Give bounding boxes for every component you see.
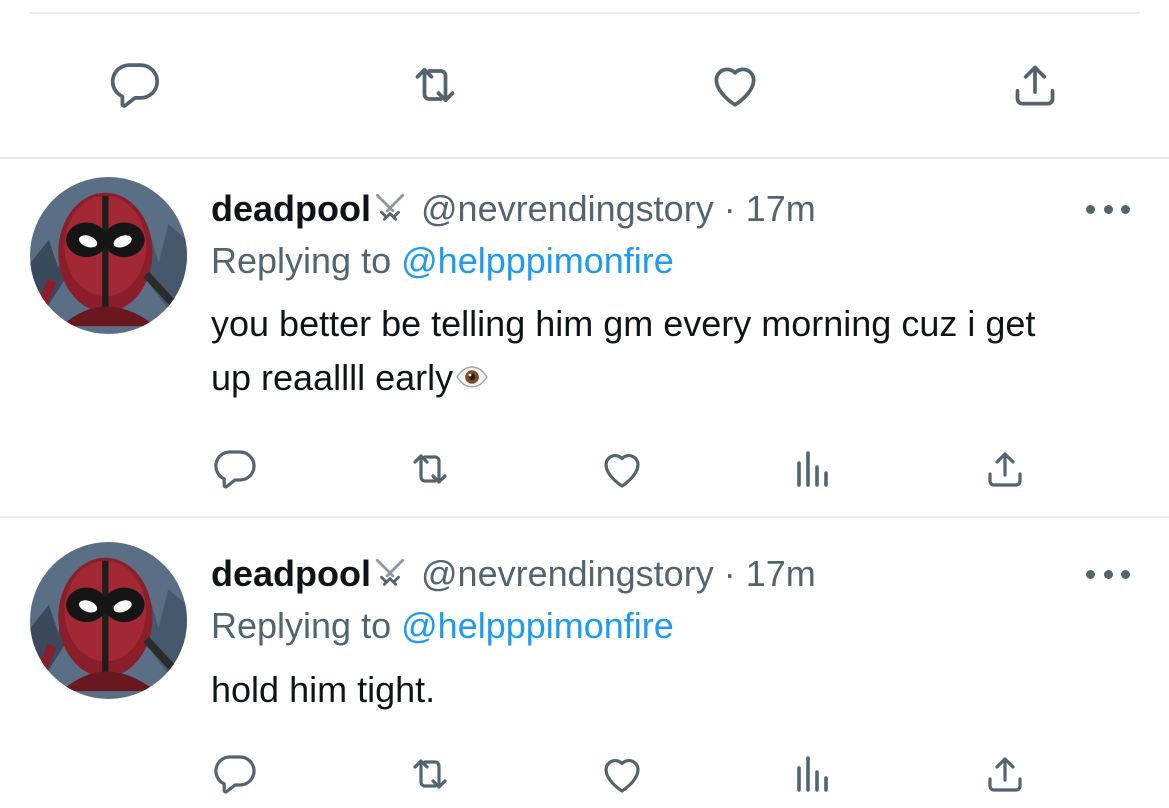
previous-tweet-actions <box>0 50 1169 120</box>
display-name[interactable]: deadpool <box>211 553 371 594</box>
more-options-button[interactable] <box>1086 197 1130 221</box>
tweet[interactable]: deadpool @nevrendingstory · 17m Replying … <box>0 518 1169 808</box>
retweet-button[interactable] <box>400 439 460 499</box>
separator: · <box>723 553 736 594</box>
retweet-icon <box>406 750 454 798</box>
analytics-icon <box>789 750 837 798</box>
timeline: deadpool @nevrendingstory · 17m Replying … <box>0 0 1169 808</box>
avatar-image <box>30 177 187 334</box>
reply-icon <box>211 445 259 493</box>
avatar-image <box>30 542 187 699</box>
reply-context: Replying to @helpppimonfire <box>211 239 674 283</box>
eye-icon <box>455 360 489 394</box>
tweet-text: hold him tight. <box>211 663 1141 717</box>
reply-button[interactable] <box>205 439 265 499</box>
display-name[interactable]: deadpool <box>211 188 371 229</box>
like-icon <box>707 57 763 113</box>
tweet-text: you better be telling him gm every morni… <box>211 297 1141 405</box>
more-dot-icon <box>1121 204 1130 214</box>
analytics-button[interactable] <box>783 439 843 499</box>
more-dot-icon <box>1103 204 1113 214</box>
share-icon <box>981 445 1029 493</box>
reply-icon <box>107 57 163 113</box>
tweet-header: deadpool @nevrendingstory · 17m <box>211 552 816 596</box>
retweet-icon <box>407 57 463 113</box>
tweet[interactable]: deadpool @nevrendingstory · 17m Replying … <box>0 159 1169 516</box>
more-dot-icon <box>1121 569 1130 579</box>
tweet-text-line: hold him tight. <box>211 669 436 710</box>
analytics-button[interactable] <box>783 744 843 804</box>
handle[interactable]: @nevrendingstory <box>421 553 714 594</box>
avatar[interactable] <box>30 177 187 334</box>
reply-icon <box>211 750 259 798</box>
timestamp[interactable]: 17m <box>746 188 816 229</box>
tweet-text-line: up reaallll early <box>211 357 454 398</box>
more-dot-icon <box>1103 569 1113 579</box>
retweet-button[interactable] <box>400 744 460 804</box>
share-icon <box>1007 57 1063 113</box>
like-icon <box>598 750 646 798</box>
avatar[interactable] <box>30 542 187 699</box>
share-button[interactable] <box>1000 50 1070 120</box>
analytics-icon <box>789 445 837 493</box>
reply-mention-link[interactable]: @helpppimonfire <box>401 605 674 646</box>
reply-button[interactable] <box>205 744 265 804</box>
more-dot-icon <box>1086 569 1095 579</box>
tweet-actions <box>0 744 1169 804</box>
crossed-swords-icon <box>373 556 407 590</box>
like-button[interactable] <box>592 744 652 804</box>
reply-prefix: Replying to <box>211 240 392 281</box>
tweet-text-line: you better be telling him gm every morni… <box>211 303 1036 344</box>
reply-context: Replying to @helpppimonfire <box>211 604 674 648</box>
reply-mention-link[interactable]: @helpppimonfire <box>401 240 674 281</box>
separator: · <box>723 188 736 229</box>
retweet-button[interactable] <box>400 50 470 120</box>
share-button[interactable] <box>975 744 1035 804</box>
like-button[interactable] <box>700 50 770 120</box>
like-button[interactable] <box>592 439 652 499</box>
reply-prefix: Replying to <box>211 605 392 646</box>
more-options-button[interactable] <box>1086 562 1130 586</box>
crossed-swords-icon <box>373 191 407 225</box>
share-button[interactable] <box>975 439 1035 499</box>
tweet-actions <box>0 439 1169 499</box>
divider <box>30 12 1140 14</box>
more-dot-icon <box>1086 204 1095 214</box>
share-icon <box>981 750 1029 798</box>
tweet-header: deadpool @nevrendingstory · 17m <box>211 187 816 231</box>
handle[interactable]: @nevrendingstory <box>421 188 714 229</box>
retweet-icon <box>406 445 454 493</box>
timestamp[interactable]: 17m <box>746 553 816 594</box>
reply-button[interactable] <box>100 50 170 120</box>
like-icon <box>598 445 646 493</box>
